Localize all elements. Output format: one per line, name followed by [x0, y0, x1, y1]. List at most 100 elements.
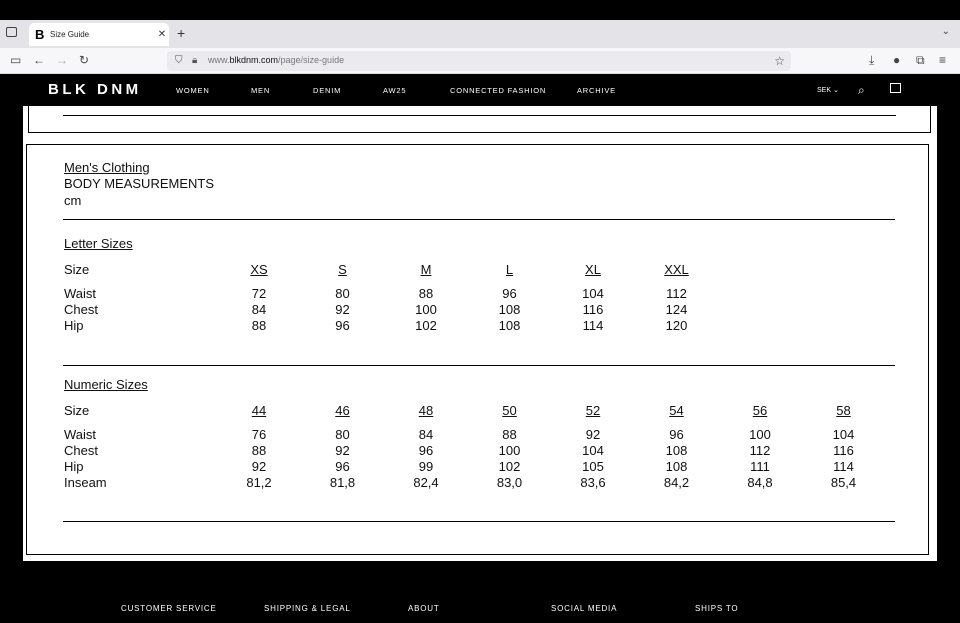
- measurement-cell: 81,2: [246, 475, 272, 490]
- browser-tab-bar: B Size Guide ✕ + ⌄: [0, 20, 960, 48]
- measurement-label: Waist: [64, 427, 97, 442]
- extensions-icon[interactable]: ⧉: [916, 53, 925, 67]
- measurement-cell: 100: [749, 427, 771, 442]
- size-header-cell: XXL: [664, 262, 689, 277]
- measurement-cell: 92: [335, 302, 350, 317]
- footer-about[interactable]: ABOUT: [408, 604, 440, 613]
- measurement-cell: 108: [498, 302, 521, 317]
- size-row-label: Size: [64, 403, 90, 418]
- forward-icon[interactable]: →: [56, 53, 68, 67]
- size-header-cell: XS: [250, 262, 268, 277]
- measurement-cell: 83,6: [580, 475, 606, 490]
- search-icon[interactable]: ⌕: [858, 83, 865, 98]
- measurement-cell: 112: [749, 443, 771, 458]
- reload-icon[interactable]: ↻: [79, 53, 89, 67]
- measurement-label: Waist: [64, 286, 97, 301]
- table-subheading: BODY MEASUREMENTS: [64, 176, 215, 191]
- measurement-cell: 96: [335, 318, 350, 333]
- shield-icon[interactable]: ⛉: [175, 54, 183, 68]
- size-header-cell: 44: [251, 403, 267, 418]
- new-tab-icon[interactable]: +: [177, 25, 185, 41]
- size-header-cell: 48: [418, 403, 434, 418]
- sidebar-icon[interactable]: ▭: [10, 53, 21, 67]
- divider: [63, 115, 896, 116]
- size-header-cell: 58: [836, 403, 851, 418]
- close-tab-icon[interactable]: ✕: [155, 29, 169, 40]
- tab-overview-icon[interactable]: [6, 27, 17, 37]
- download-icon[interactable]: ⤓: [869, 53, 874, 67]
- address-bar[interactable]: ⛉ 🔒︎ www.blkdnm.com/page/size-guide ☆: [167, 51, 791, 71]
- bookmark-star-icon[interactable]: ☆: [774, 54, 785, 68]
- nav-men[interactable]: MEN: [251, 86, 270, 95]
- site-header: BLK DNM WOMEN MEN DENIM AW25 CONNECTED F…: [0, 75, 960, 106]
- browser-toolbar: ▭ ← → ↻ ⛉ 🔒︎ www.blkdnm.com/page/size-gu…: [0, 48, 960, 74]
- measurement-cell: 102: [415, 318, 437, 333]
- nav-aw25[interactable]: AW25: [383, 86, 406, 95]
- measurement-cell: 104: [582, 286, 604, 301]
- lock-icon[interactable]: 🔒︎: [192, 54, 197, 68]
- measurement-cell: 96: [669, 427, 684, 442]
- site-logo[interactable]: BLK DNM: [48, 81, 142, 98]
- measurement-cell: 88: [251, 443, 267, 458]
- measurement-cell: 99: [418, 459, 434, 474]
- measurement-cell: 116: [833, 443, 854, 458]
- measurement-label: Hip: [64, 318, 84, 333]
- mens-size-table: Men's Clothing BODY MEASUREMENTS cm Lett…: [26, 144, 929, 555]
- size-header-cell: 52: [585, 403, 601, 418]
- nav-archive[interactable]: ARCHIVE: [577, 86, 616, 95]
- size-header-cell: 50: [502, 403, 517, 418]
- nav-connected-fashion[interactable]: CONNECTED FASHION: [450, 86, 546, 95]
- tab-title: Size Guide: [50, 30, 90, 39]
- measurement-cell: 96: [335, 459, 350, 474]
- previous-table-frame: [28, 106, 931, 133]
- measurement-cell: 108: [498, 318, 521, 333]
- measurement-cell: 111: [750, 459, 770, 474]
- footer-customer-service[interactable]: CUSTOMER SERVICE: [121, 604, 217, 613]
- size-header-cell: M: [420, 262, 432, 277]
- measurement-label: Inseam: [64, 475, 107, 490]
- table-heading: Men's Clothing: [64, 160, 150, 175]
- divider: [63, 365, 895, 366]
- back-icon[interactable]: ←: [33, 53, 45, 67]
- size-header-cell: S: [338, 262, 347, 277]
- measurement-cell: 84,2: [663, 475, 690, 490]
- chevron-down-icon: ⌄: [832, 87, 839, 94]
- measurement-cell: 83,0: [496, 475, 523, 490]
- measurement-cell: 76: [251, 427, 267, 442]
- size-header-cell: L: [505, 262, 514, 277]
- measurement-cell: 84: [251, 302, 267, 317]
- measurement-cell: 80: [335, 427, 350, 442]
- measurement-cell: 114: [833, 459, 854, 474]
- measurement-cell: 124: [665, 302, 688, 317]
- measurement-cell: 108: [665, 459, 688, 474]
- footer-ships-to[interactable]: SHIPS TO: [695, 604, 738, 613]
- measurement-label: Chest: [64, 443, 98, 458]
- measurement-cell: 82,4: [413, 475, 439, 490]
- footer-shipping-legal[interactable]: SHIPPING & LEGAL: [264, 604, 351, 613]
- unit-label: cm: [64, 193, 82, 208]
- measurement-cell: 105: [582, 459, 604, 474]
- size-header-cell: 46: [335, 403, 350, 418]
- footer-social-media[interactable]: SOCIAL MEDIA: [551, 604, 617, 613]
- measurement-cell: 88: [502, 427, 517, 442]
- measurement-cell: 104: [582, 443, 604, 458]
- measurement-cell: 92: [335, 443, 350, 458]
- browser-tab[interactable]: B Size Guide ✕: [29, 23, 169, 46]
- account-icon[interactable]: ●: [893, 53, 900, 67]
- divider: [63, 219, 895, 220]
- currency-selector[interactable]: SEK ⌄: [817, 86, 839, 94]
- measurement-cell: 100: [498, 443, 521, 458]
- chevron-down-icon[interactable]: ⌄: [942, 26, 950, 37]
- measurement-cell: 92: [251, 459, 267, 474]
- bag-icon[interactable]: [890, 83, 901, 93]
- nav-women[interactable]: WOMEN: [176, 86, 210, 95]
- menu-icon[interactable]: ≡: [939, 53, 946, 67]
- url-text[interactable]: www.blkdnm.com/page/size-guide: [208, 55, 344, 65]
- nav-denim[interactable]: DENIM: [313, 86, 341, 95]
- measurement-cell: 120: [665, 318, 688, 333]
- numeric-sizes-title: Numeric Sizes: [64, 377, 148, 392]
- measurement-cell: 84,8: [747, 475, 773, 490]
- currency-label: SEK: [817, 87, 832, 94]
- measurement-cell: 112: [666, 286, 687, 301]
- size-row-label: Size: [64, 262, 90, 277]
